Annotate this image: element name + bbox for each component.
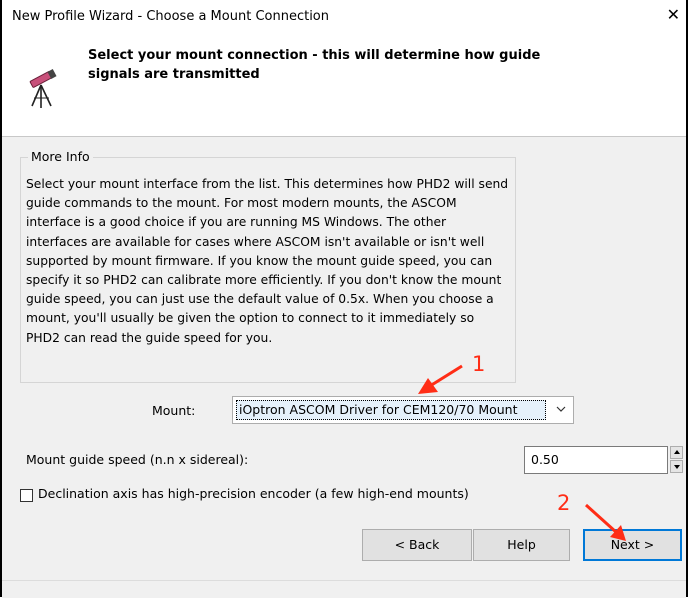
guide-speed-label: Mount guide speed (n.n x sidereal): <box>26 452 249 467</box>
declination-label: Declination axis has high-precision enco… <box>38 486 469 501</box>
spin-up-button[interactable] <box>670 446 683 459</box>
declination-checkbox[interactable] <box>20 489 33 502</box>
mount-dropdown[interactable]: iOptron ASCOM Driver for CEM120/70 Mount <box>232 396 574 424</box>
window-title: New Profile Wizard - Choose a Mount Conn… <box>12 9 329 24</box>
spin-down-button[interactable] <box>670 460 683 473</box>
mount-selected-value: iOptron ASCOM Driver for CEM120/70 Mount <box>236 400 546 420</box>
more-info-legend: More Info <box>28 149 93 164</box>
back-button[interactable]: < Back <box>362 529 472 561</box>
guide-speed-input[interactable]: 0.50 <box>524 446 668 474</box>
window-border-right <box>686 0 688 597</box>
annotation-number-2: 2 <box>557 491 571 515</box>
telescope-icon <box>29 69 57 108</box>
header-instruction: Select your mount connection - this will… <box>88 48 541 82</box>
bottom-strip <box>2 580 686 598</box>
close-icon[interactable]: ✕ <box>667 7 680 23</box>
mount-label: Mount: <box>152 403 196 418</box>
chevron-down-icon <box>556 406 566 412</box>
next-button[interactable]: Next > <box>583 529 682 561</box>
title-bar: New Profile Wizard - Choose a Mount Conn… <box>2 0 686 36</box>
annotation-number-1: 1 <box>472 352 486 376</box>
help-button[interactable]: Help <box>473 529 570 561</box>
more-info-text: Select your mount interface from the lis… <box>26 177 509 345</box>
wizard-header: Select your mount connection - this will… <box>2 36 686 136</box>
